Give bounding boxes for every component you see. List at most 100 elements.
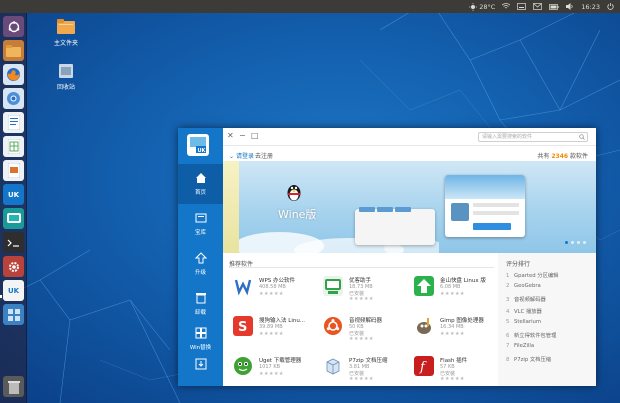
banner-dot[interactable] — [577, 241, 580, 244]
nav-label: 卸载 — [194, 310, 206, 316]
youker-assistant-icon — [323, 276, 343, 296]
top-panel: 28°C 16:23 — [0, 0, 620, 13]
terminal-icon[interactable] — [3, 232, 24, 253]
launcher: UK UK — [0, 13, 27, 403]
desktop-trash[interactable]: 回收站 — [46, 62, 86, 91]
login-link[interactable]: ⌄ 请登录 — [229, 151, 254, 160]
close-icon[interactable]: ✕ — [227, 131, 234, 140]
svg-text:UK: UK — [198, 148, 207, 154]
nav-label: 宝库 — [194, 230, 206, 236]
app-name: Uget 下载管理器 — [259, 358, 302, 364]
qq-penguin-icon — [287, 185, 301, 201]
search-input[interactable]: 请输入需要搜索的软件 — [478, 132, 588, 142]
ranking-item[interactable]: 1 Gparted 分区编辑 — [506, 271, 558, 279]
writer-icon[interactable] — [3, 112, 24, 133]
app-card-p7zip[interactable]: P7zip 文档压缩 3.81 MB 已安装 ★★★★★ — [323, 354, 411, 384]
kuaipan-icon — [414, 276, 434, 296]
minimize-icon[interactable]: − — [239, 131, 246, 140]
app-rating: ★★★★★ — [259, 331, 284, 337]
ranking-item[interactable]: 3 音视频解码器 — [506, 295, 546, 303]
sogou-icon: S — [233, 316, 253, 336]
rating-ranking-panel: 评分排行 1 Gparted 分区编辑 2 GeoGebra 3 音视频解码器 4 VL… — [498, 253, 596, 386]
sun-icon — [469, 2, 478, 11]
account-bar: ⌄ 请登录 去注册 共有 2346 款软件 — [223, 148, 596, 161]
svg-text:S: S — [238, 320, 247, 335]
ranking-title: 评分排行 — [506, 261, 531, 268]
app-card-gimp[interactable]: Gimp 图像处理器 16.34 MB ★★★★★ — [414, 314, 502, 344]
ranking-item[interactable]: 7 FileZilla — [506, 343, 534, 349]
app-size: 408.58 MB — [259, 284, 286, 290]
banner-dot[interactable] — [571, 241, 574, 244]
app-size: 1017 KB — [259, 364, 281, 370]
banner-tabs — [359, 207, 411, 212]
app-rating: ★★★★★ — [349, 336, 374, 342]
nav-label: 首页 — [194, 190, 206, 196]
featured-banner[interactable]: Wine版 — [223, 161, 596, 253]
impress-icon[interactable] — [3, 160, 24, 181]
app-logo: UK — [187, 134, 209, 156]
trash-icon — [59, 64, 73, 78]
app-rating: ★★★★★ — [259, 371, 284, 377]
app-card-wps[interactable]: WPS 办公软件 408.58 MB ★★★★★ — [233, 274, 321, 304]
app-card-youker[interactable]: 优客助手 18.73 MB 已安装 ★★★★★ — [323, 274, 411, 304]
search-icon[interactable] — [579, 134, 585, 140]
nav-download-task[interactable] — [178, 350, 223, 390]
ranking-item[interactable]: 2 GeoGebra — [506, 283, 541, 289]
app-size: 39.89 MB — [259, 324, 283, 330]
app-name: WPS 办公软件 — [259, 278, 295, 284]
calc-icon[interactable] — [3, 136, 24, 157]
desktop-icon-label: 主文件夹 — [53, 40, 78, 47]
app-name: 优客助手 — [349, 278, 372, 284]
app-rating: ★★★★★ — [440, 291, 465, 297]
weather-indicator[interactable]: 28°C — [469, 2, 495, 11]
window-titlebar: ✕ − □ 请输入需要搜索的软件 — [223, 128, 596, 146]
chromium-icon[interactable] — [3, 88, 24, 109]
nav-home[interactable]: 首页 — [178, 164, 223, 204]
nav-uninstall[interactable]: 卸载 — [178, 284, 223, 324]
kylin-assistant-icon[interactable] — [3, 208, 24, 229]
search-placeholder: 请输入需要搜索的软件 — [482, 134, 533, 140]
settings-icon[interactable] — [3, 256, 24, 277]
nav-treasure[interactable]: 宝库 — [178, 204, 223, 244]
network-icon[interactable] — [502, 3, 511, 10]
battery-icon[interactable] — [549, 3, 559, 10]
workspace-icon[interactable] — [3, 304, 24, 325]
dash-home-icon[interactable] — [3, 16, 24, 37]
trash-icon[interactable] — [3, 376, 24, 397]
banner-dot[interactable] — [565, 241, 568, 244]
ranking-item[interactable]: 8 P7zip 文档压缩 — [506, 355, 551, 363]
software-center-icon[interactable]: UK — [3, 280, 24, 301]
app-card-uget[interactable]: Uget 下载管理器 1017 KB ★★★★★ — [233, 354, 321, 384]
mail-icon[interactable] — [533, 3, 543, 10]
chevron-down-icon: ⌄ — [229, 153, 236, 160]
desktop-home-folder[interactable]: 主文件夹 — [46, 18, 86, 47]
ubuntu-kylin-icon[interactable]: UK — [3, 184, 24, 205]
volume-icon[interactable] — [566, 3, 574, 10]
banner-title: Wine版 — [278, 208, 317, 221]
banner-pagination[interactable] — [565, 241, 586, 244]
app-name: Gimp 图像处理器 — [440, 318, 484, 324]
clock[interactable]: 16:23 — [581, 3, 600, 11]
p7zip-icon — [323, 356, 343, 376]
app-rating: ★★★★★ — [440, 331, 465, 337]
register-link[interactable]: 去注册 — [255, 151, 273, 160]
kylin-label: UK — [7, 190, 20, 199]
firefox-icon[interactable] — [3, 64, 24, 85]
app-card-kuaipan[interactable]: 金山快盘 Linux 版 6.08 MB ★★★★★ — [414, 274, 502, 304]
ranking-item[interactable]: 5 Stellarium — [506, 319, 541, 325]
nav-upgrade[interactable]: 升级 — [178, 244, 223, 284]
upgrade-icon — [194, 252, 207, 264]
app-size: 16.34 MB — [440, 324, 464, 330]
banner-login-preview — [445, 175, 525, 237]
app-card-flash[interactable]: f Flash 插件 57 KB 已安装 ★★★★★ — [414, 354, 502, 384]
ranking-item[interactable]: 4 VLC 播放器 — [506, 307, 542, 315]
app-card-codec[interactable]: 音视频解码器 50 KB 已安装 ★★★★★ — [323, 314, 411, 344]
app-card-sogou[interactable]: S 搜狗输入法 Linu... 39.89 MB ★★★★★ — [233, 314, 321, 344]
files-icon[interactable] — [3, 40, 24, 61]
ranking-item[interactable]: 6 新立得软件包管理 — [506, 331, 556, 339]
keyboard-icon[interactable] — [517, 3, 527, 10]
power-icon[interactable] — [607, 3, 614, 10]
software-center-window: UK 首页 宝库 升级 卸载 Win替换 ✕ − □ 请输入需要搜索的软件 ⌄ … — [178, 128, 596, 386]
banner-dot[interactable] — [583, 241, 586, 244]
maximize-icon[interactable]: □ — [251, 131, 259, 140]
